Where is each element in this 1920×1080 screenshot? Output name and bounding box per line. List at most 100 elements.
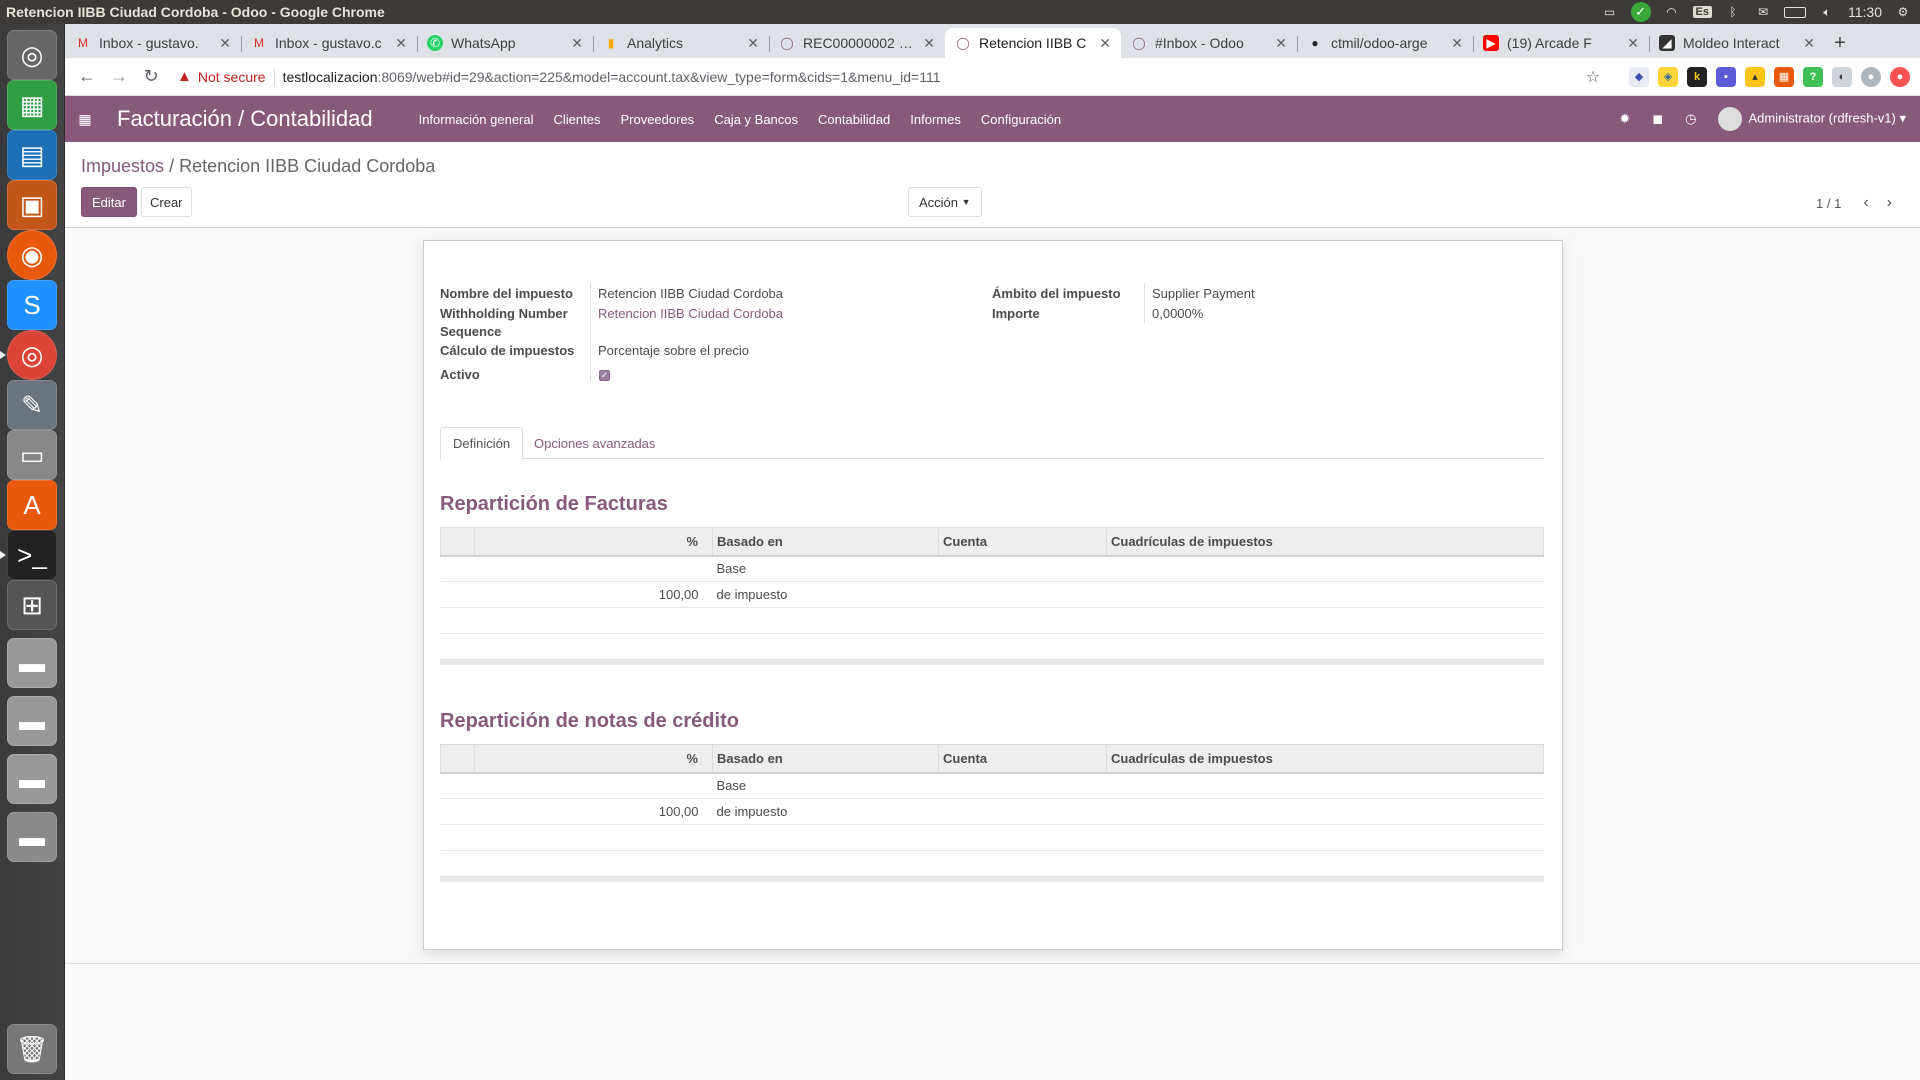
activity-clock-icon[interactable]: ◷: [1685, 111, 1696, 127]
update-icon[interactable]: ●: [1890, 66, 1910, 87]
url-path[interactable]: :8069/web#id=29&action=225&model=account…: [378, 69, 941, 85]
user-menu[interactable]: Administrator (rdfresh-v1) ▾: [1718, 107, 1906, 131]
browser-tab[interactable]: ✆ WhatsApp ✕: [417, 28, 593, 58]
chrome-icon[interactable]: ◎: [0, 330, 57, 380]
volume-icon[interactable]: 🔈︎: [1818, 5, 1836, 19]
reload-icon[interactable]: ↻: [135, 61, 167, 93]
profile-icon[interactable]: ●: [1861, 66, 1881, 87]
mail-icon[interactable]: ✉: [1754, 5, 1772, 19]
impress-icon[interactable]: ▣: [7, 180, 57, 230]
settings-gear-icon[interactable]: ⚙: [1894, 5, 1912, 19]
value-withholding-sequence-link[interactable]: Retencion IIBB Ciudad Cordoba: [598, 305, 783, 323]
table-row[interactable]: 100,00 de impuesto: [440, 581, 1544, 608]
k-extension-icon[interactable]: k: [1687, 66, 1707, 87]
python-extension-icon[interactable]: ◈: [1658, 66, 1678, 87]
bookmark-star-icon[interactable]: ☆: [1583, 67, 1603, 87]
not-secure-label[interactable]: Not secure: [198, 69, 266, 85]
trash-icon[interactable]: 🗑︎: [7, 1024, 57, 1074]
terminal-icon[interactable]: >_: [0, 530, 57, 580]
clock[interactable]: 11:30: [1848, 4, 1882, 20]
extension-icon[interactable]: ◆: [1629, 66, 1649, 87]
browser-tab[interactable]: ◯ REC00000002 - O ✕: [769, 28, 945, 58]
browser-tab[interactable]: ◢ Moldeo Interact ✕: [1649, 28, 1825, 58]
firefox-icon[interactable]: ◉: [7, 230, 57, 280]
column-percent[interactable]: %: [474, 744, 713, 774]
extension-icon[interactable]: ▴: [1745, 66, 1765, 87]
browser-tab[interactable]: ▶ (19) Arcade F ✕: [1473, 28, 1649, 58]
keyboard-layout[interactable]: Es: [1692, 6, 1712, 18]
edit-button[interactable]: Editar: [81, 187, 137, 217]
menu-item-clientes[interactable]: Clientes: [554, 112, 601, 127]
battery-icon[interactable]: [1784, 6, 1806, 18]
column-cuadriculas[interactable]: Cuadrículas de impuestos: [1106, 744, 1544, 774]
close-icon[interactable]: ✕: [1451, 35, 1463, 52]
table-row[interactable]: 100,00 de impuesto: [440, 798, 1544, 825]
column-basado-en[interactable]: Basado en: [712, 527, 939, 557]
breadcrumb-impuestos[interactable]: Impuestos: [81, 156, 164, 176]
system-tools-icon[interactable]: ✎: [7, 380, 57, 430]
column-percent[interactable]: %: [474, 527, 713, 557]
menu-item-informacion-general[interactable]: Información general: [419, 112, 534, 127]
menu-item-proveedores[interactable]: Proveedores: [620, 112, 694, 127]
column-cuenta[interactable]: Cuenta: [938, 744, 1107, 774]
pager-value[interactable]: 1 / 1: [1816, 196, 1841, 211]
close-icon[interactable]: ✕: [1099, 35, 1111, 52]
extension-icon[interactable]: ?: [1803, 66, 1823, 87]
browser-tab[interactable]: M Inbox - gustavo.c ✕: [241, 28, 417, 58]
warning-icon[interactable]: ▲: [177, 68, 192, 85]
new-tab-button[interactable]: +: [1825, 28, 1855, 58]
drive-icon[interactable]: ▬: [7, 696, 57, 746]
apps-menu-icon[interactable]: ▦: [75, 111, 95, 128]
forward-icon[interactable]: →: [103, 61, 135, 93]
pager-previous-icon[interactable]: ‹: [1863, 194, 1868, 212]
debug-bug-icon[interactable]: ✹: [1619, 111, 1630, 127]
column-cuenta[interactable]: Cuenta: [938, 527, 1107, 557]
menu-item-caja-bancos[interactable]: Caja y Bancos: [714, 112, 798, 127]
close-icon[interactable]: ✕: [219, 35, 231, 52]
pager-next-icon[interactable]: ›: [1887, 194, 1892, 212]
dash-icon[interactable]: ◎: [7, 30, 57, 80]
app-title[interactable]: Facturación / Contabilidad: [117, 106, 373, 132]
close-icon[interactable]: ✕: [571, 35, 583, 52]
workspace-icon[interactable]: ⊞: [7, 580, 57, 630]
column-cuadriculas[interactable]: Cuadrículas de impuestos: [1106, 527, 1544, 557]
extension-icon[interactable]: ▦: [1774, 66, 1794, 87]
sync-check-icon[interactable]: ✓: [1630, 2, 1651, 22]
wifi-icon[interactable]: ◠: [1663, 5, 1681, 19]
chat-icon[interactable]: ◼: [1652, 111, 1663, 127]
browser-tab[interactable]: ◯ #Inbox - Odoo ✕: [1121, 28, 1297, 58]
close-icon[interactable]: ✕: [1627, 35, 1639, 52]
tab-opciones-avanzadas[interactable]: Opciones avanzadas: [522, 427, 667, 460]
screen-icon[interactable]: ▭: [1601, 5, 1619, 19]
browser-tab[interactable]: ● ctmil/odoo-arge ✕: [1297, 28, 1473, 58]
drive-icon[interactable]: ▬: [7, 638, 57, 688]
close-icon[interactable]: ✕: [395, 35, 407, 52]
close-icon[interactable]: ✕: [923, 35, 935, 52]
browser-tab[interactable]: M Inbox - gustavo. ✕: [65, 28, 241, 58]
writer-icon[interactable]: ▤: [7, 130, 57, 180]
menu-item-contabilidad[interactable]: Contabilidad: [818, 112, 890, 127]
menu-item-informes[interactable]: Informes: [910, 112, 961, 127]
browser-tab[interactable]: ▮ Analytics ✕: [593, 28, 769, 58]
close-icon[interactable]: ✕: [747, 35, 759, 52]
table-row[interactable]: Base: [440, 772, 1544, 799]
url-host[interactable]: testlocalizacion: [283, 69, 378, 85]
close-icon[interactable]: ✕: [1803, 35, 1815, 52]
address-bar[interactable]: ▲ Not secure testlocalizacion :8069/web#…: [177, 63, 1583, 91]
skype-icon[interactable]: S: [7, 280, 57, 330]
action-dropdown[interactable]: Acción ▼: [908, 187, 982, 217]
extension-icon[interactable]: ◐: [1832, 66, 1852, 87]
drive-icon[interactable]: ▬: [7, 754, 57, 804]
video-extension-icon[interactable]: ▪: [1716, 66, 1736, 87]
drive-icon[interactable]: ▬: [7, 812, 57, 862]
table-row[interactable]: Base: [440, 555, 1544, 582]
column-basado-en[interactable]: Basado en: [712, 744, 939, 774]
create-button[interactable]: Crear: [141, 187, 192, 217]
menu-item-configuracion[interactable]: Configuración: [981, 112, 1061, 127]
software-center-icon[interactable]: A: [7, 480, 57, 530]
active-checkbox[interactable]: ✓: [599, 370, 610, 381]
back-icon[interactable]: ←: [71, 61, 103, 93]
close-icon[interactable]: ✕: [1275, 35, 1287, 52]
browser-tab-active[interactable]: ◯ Retencion IIBB C ✕: [945, 28, 1121, 58]
bluetooth-icon[interactable]: ᛒ: [1724, 5, 1742, 19]
